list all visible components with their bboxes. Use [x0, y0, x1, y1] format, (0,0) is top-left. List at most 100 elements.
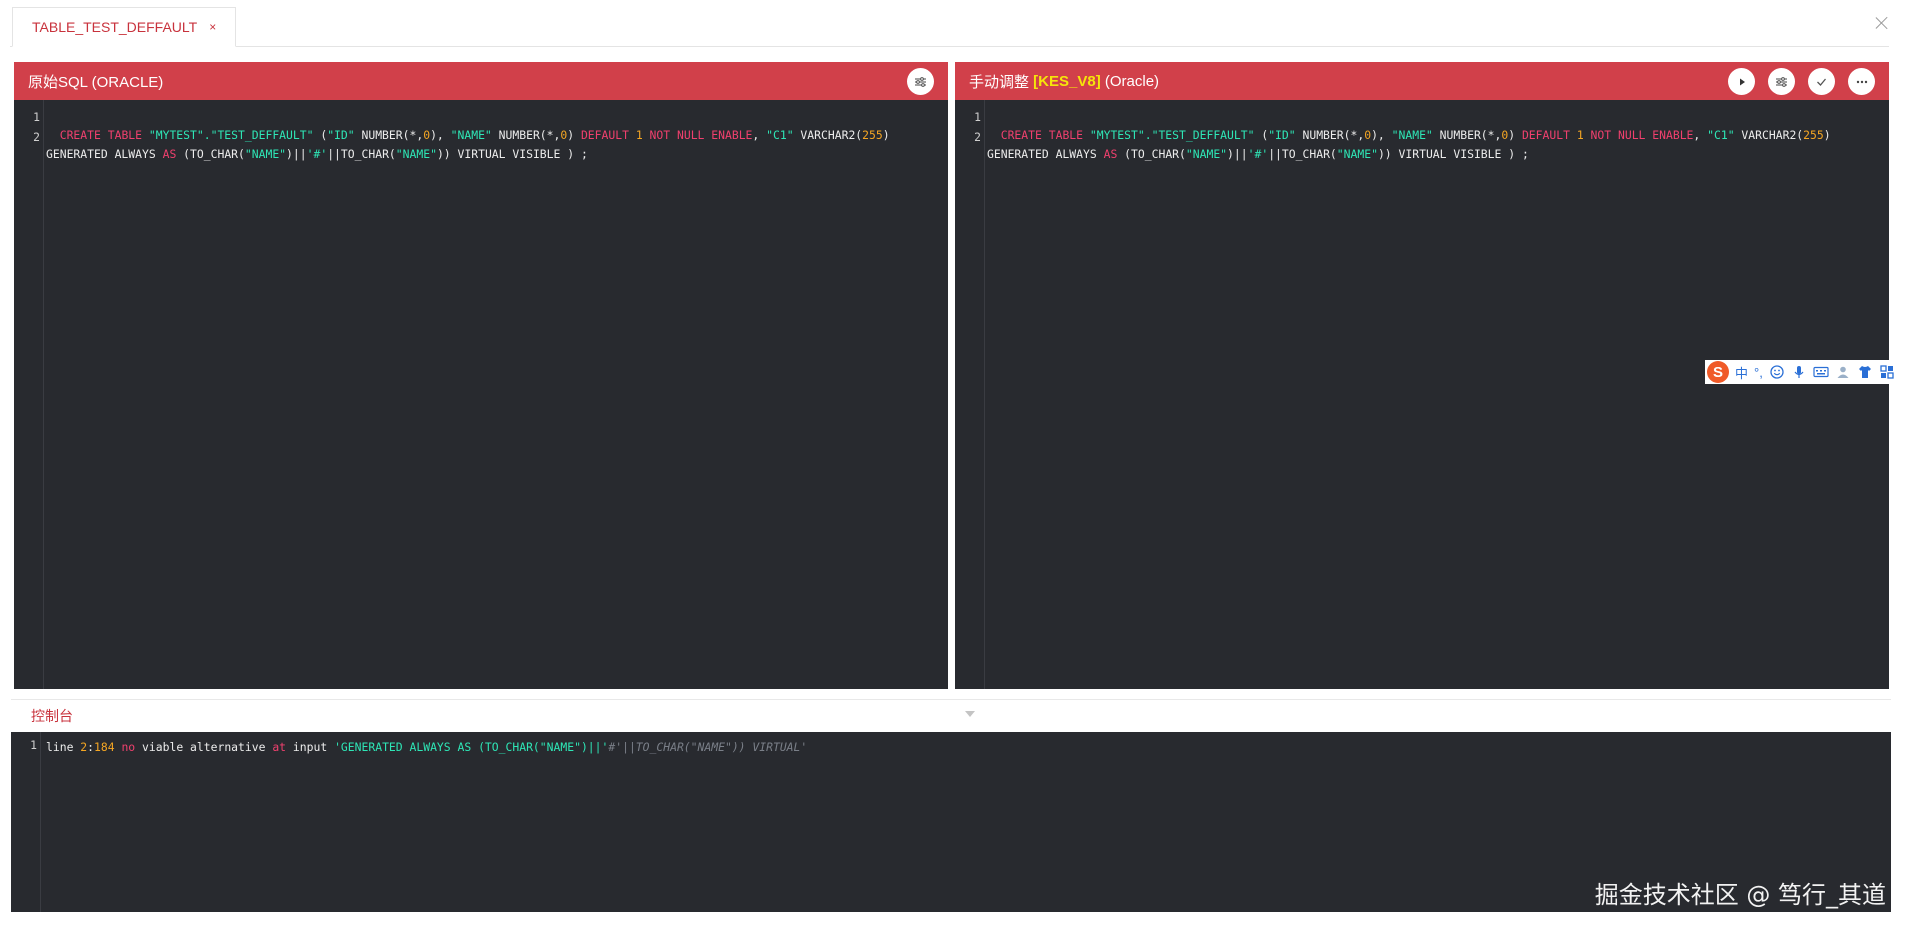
code-token: input: [286, 740, 335, 754]
sogou-logo-icon[interactable]: S: [1707, 361, 1729, 383]
code-token: :: [87, 740, 95, 754]
ime-toolbar: S 中 °,: [1705, 360, 1911, 384]
code-token: )) VIRTUAL VISIBLE ) ;: [436, 147, 588, 161]
ime-language-toggle[interactable]: 中: [1735, 363, 1748, 382]
code-token: "NAME": [395, 147, 437, 161]
console-gutter: 1: [11, 732, 41, 912]
code-token: 1: [635, 127, 643, 142]
code-token: ,: [752, 127, 767, 142]
code-token: ||TO_CHAR(: [327, 147, 396, 161]
code-token: 1: [1576, 127, 1584, 142]
panel-title-suffix: (Oracle): [1100, 72, 1160, 90]
code-token: GENERATED ALWAYS: [46, 147, 163, 161]
emoji-icon[interactable]: [1769, 364, 1785, 380]
code-token: DEFAULT: [580, 127, 636, 142]
code-token: "NAME": [1391, 127, 1433, 142]
code-token: "NAME": [450, 127, 492, 142]
run-button[interactable]: [1728, 68, 1755, 95]
code-token: NOT NULL ENABLE: [1583, 127, 1694, 142]
code-token: 'GENERATED ALWAYS AS (TO_CHAR("NAME")||': [334, 740, 609, 754]
code-token: ||TO_CHAR(: [1268, 147, 1337, 161]
original-sql-code[interactable]: CREATE TABLE "MYTEST"."TEST_DEFFAULT" ("…: [46, 106, 942, 165]
code-token: ): [1823, 127, 1831, 142]
tab-bar: TABLE_TEST_DEFFAULT ×: [0, 0, 1911, 48]
code-token: NOT NULL ENABLE: [642, 127, 753, 142]
code-line-2-wrap: GENERATED ALWAYS AS (TO_CHAR("NAME")||'#…: [46, 145, 942, 165]
code-line-2: CREATE TABLE "MYTEST"."TEST_DEFFAULT" ("…: [987, 126, 1883, 146]
code-token: DEFAULT: [1521, 127, 1577, 142]
console-title: 控制台: [31, 708, 73, 724]
code-token: 255: [1803, 127, 1824, 142]
format-settings-button[interactable]: [1768, 68, 1795, 95]
tab-label: TABLE_TEST_DEFFAULT: [32, 19, 198, 35]
code-token: "C1": [1707, 127, 1735, 142]
code-token: (TO_CHAR(: [176, 147, 245, 161]
code-token: 255: [862, 127, 883, 142]
sliders-icon: [915, 76, 926, 87]
ime-punctuation-toggle[interactable]: °,: [1754, 365, 1763, 380]
code-token: viable alternative: [135, 740, 273, 754]
code-token: line: [46, 740, 81, 754]
code-token: "NAME": [244, 147, 287, 161]
user-icon[interactable]: [1835, 364, 1851, 380]
console-header: 控制台: [11, 699, 1891, 732]
tab-table-test-deffault[interactable]: TABLE_TEST_DEFFAULT ×: [12, 7, 236, 47]
code-token: (: [313, 127, 328, 142]
code-token: GENERATED ALWAYS: [987, 147, 1104, 161]
original-sql-header: 原始SQL (ORACLE): [14, 62, 948, 100]
code-line-2-wrap: GENERATED ALWAYS AS (TO_CHAR("NAME")||'#…: [987, 145, 1883, 165]
check-icon: [1817, 78, 1826, 86]
watermark-text: 掘金技术社区 @ 笃行_其道: [1594, 881, 1886, 909]
skin-icon[interactable]: [1857, 364, 1873, 380]
sliders-icon: [1776, 76, 1787, 87]
code-token: NUMBER(*,: [1295, 127, 1365, 142]
line-number: 1: [974, 110, 981, 124]
tab-close-icon[interactable]: ×: [209, 20, 216, 34]
code-token: NUMBER(*,: [1432, 127, 1502, 142]
code-token: )) VIRTUAL VISIBLE ) ;: [1377, 147, 1529, 161]
code-token: ),: [1371, 127, 1392, 142]
code-token: NUMBER(*,: [354, 127, 424, 142]
code-token: VARCHAR2(: [793, 127, 863, 142]
play-icon: [1739, 78, 1745, 85]
adjusted-sql-code[interactable]: CREATE TABLE "MYTEST"."TEST_DEFFAULT" ("…: [987, 106, 1883, 165]
code-token: '#': [306, 147, 328, 161]
console-message: line 2:184 no viable alternative at inpu…: [46, 738, 1885, 758]
line-gutter: 1 2: [14, 100, 44, 689]
code-token: "ID": [1268, 127, 1296, 142]
confirm-button[interactable]: [1808, 68, 1835, 95]
more-button[interactable]: [1848, 68, 1875, 95]
code-token: ): [882, 127, 890, 142]
code-token: AS: [162, 147, 177, 161]
keyboard-icon[interactable]: [1813, 364, 1829, 380]
microphone-icon[interactable]: [1791, 364, 1807, 380]
code-token: "MYTEST"."TEST_DEFFAULT": [1089, 127, 1255, 142]
code-token: ): [1508, 127, 1522, 142]
code-line-2: CREATE TABLE "MYTEST"."TEST_DEFFAULT" ("…: [46, 126, 942, 146]
code-token: (: [1254, 127, 1269, 142]
panel-title-prefix: 手动调整: [969, 73, 1034, 91]
line-number: 2: [33, 129, 40, 144]
close-icon[interactable]: [1873, 14, 1891, 32]
code-token: ),: [430, 127, 451, 142]
target-db-label: [KES_V8]: [1033, 72, 1101, 90]
code-token: AS: [1103, 147, 1118, 161]
code-token: (TO_CHAR(: [1117, 147, 1186, 161]
panel-title: 原始SQL (ORACLE): [28, 73, 164, 91]
code-token: CREATE TABLE: [59, 127, 149, 142]
format-settings-button[interactable]: [907, 68, 934, 95]
code-token: "NAME": [1185, 147, 1228, 161]
code-token: ): [567, 127, 581, 142]
code-token: 184: [94, 740, 115, 754]
console-collapse-icon[interactable]: [965, 711, 975, 717]
code-token: NUMBER(*,: [491, 127, 561, 142]
code-token: #'||TO_CHAR("NAME")) VIRTUAL': [608, 740, 808, 754]
code-token: ,: [1693, 127, 1708, 142]
code-token: '#': [1247, 147, 1269, 161]
code-token: )||: [286, 147, 307, 161]
toolbox-icon[interactable]: [1879, 364, 1895, 380]
